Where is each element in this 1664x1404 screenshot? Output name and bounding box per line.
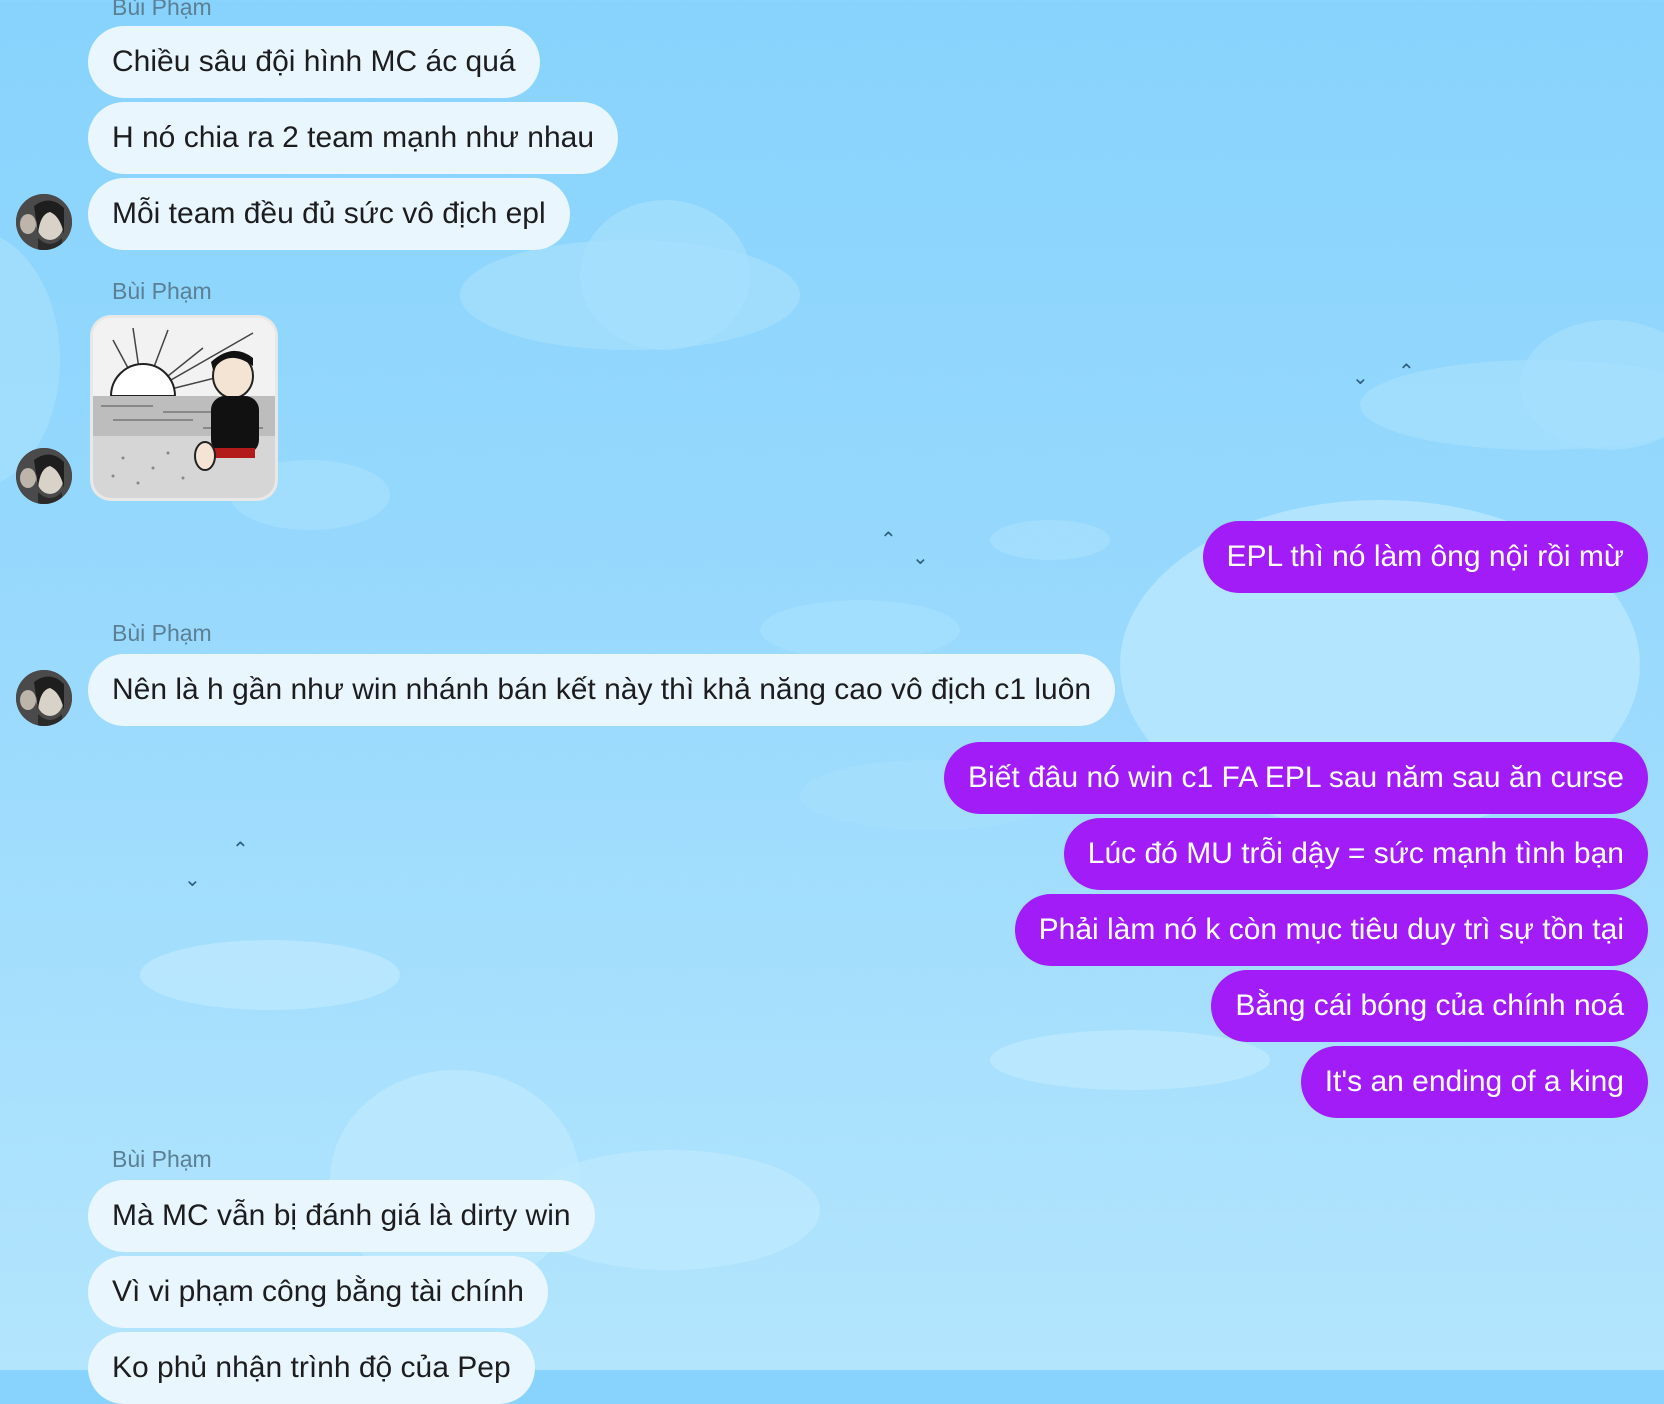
bird-icon: ⌃ — [1398, 361, 1415, 383]
cloud — [140, 940, 400, 1010]
avatar[interactable] — [16, 194, 72, 250]
outgoing-message[interactable]: EPL thì nó làm ông nội rồi mừ — [1202, 521, 1648, 593]
bird-icon: ⌄ — [912, 547, 929, 569]
incoming-message[interactable]: Chiều sâu đội hình MC ác quá — [88, 26, 540, 98]
incoming-message[interactable]: H nó chia ra 2 team mạnh như nhau — [88, 102, 619, 174]
incoming-message[interactable]: Mỗi team đều đủ sức vô địch epl — [88, 178, 570, 250]
avatar[interactable] — [16, 670, 72, 726]
incoming-message[interactable]: Mà MC vẫn bị đánh giá là dirty win — [88, 1180, 595, 1252]
cloud — [760, 600, 960, 660]
incoming-message[interactable]: Vì vi phạm công bằng tài chính — [88, 1256, 548, 1328]
cloud — [990, 520, 1110, 560]
contact-avatar-icon — [16, 194, 72, 250]
outgoing-message[interactable]: It's an ending of a king — [1300, 1046, 1648, 1118]
sender-name: Bùi Phạm — [112, 620, 212, 646]
bird-icon: ⌃ — [880, 529, 897, 551]
sender-name: Bùi Phạm — [112, 278, 212, 304]
incoming-message[interactable]: Nên là h gần như win nhánh bán kết này t… — [88, 654, 1116, 726]
sender-name: Bùi Phạm — [112, 1146, 212, 1172]
contact-avatar-icon — [16, 448, 72, 504]
sunset-beach-sticker-icon — [93, 318, 275, 498]
cloud — [990, 1030, 1270, 1090]
contact-avatar-icon — [16, 670, 72, 726]
avatar[interactable] — [16, 448, 72, 504]
outgoing-message[interactable]: Lúc đó MU trỗi dậy = sức mạnh tình bạn — [1063, 818, 1648, 890]
bird-icon: ⌄ — [184, 869, 201, 891]
outgoing-message[interactable]: Biết đâu nó win c1 FA EPL sau năm sau ăn… — [944, 742, 1648, 814]
bird-icon: ⌃ — [232, 839, 249, 861]
incoming-message[interactable]: Ko phủ nhận trình độ của Pep — [88, 1332, 535, 1404]
sticker[interactable] — [93, 318, 275, 498]
bird-icon: ⌄ — [1352, 367, 1369, 389]
cloud — [580, 200, 750, 350]
sender-name: Bùi Phạm — [112, 0, 212, 20]
outgoing-message[interactable]: Phải làm nó k còn mục tiêu duy trì sự tồ… — [1014, 894, 1648, 966]
outgoing-message[interactable]: Bằng cái bóng của chính noá — [1211, 970, 1648, 1042]
